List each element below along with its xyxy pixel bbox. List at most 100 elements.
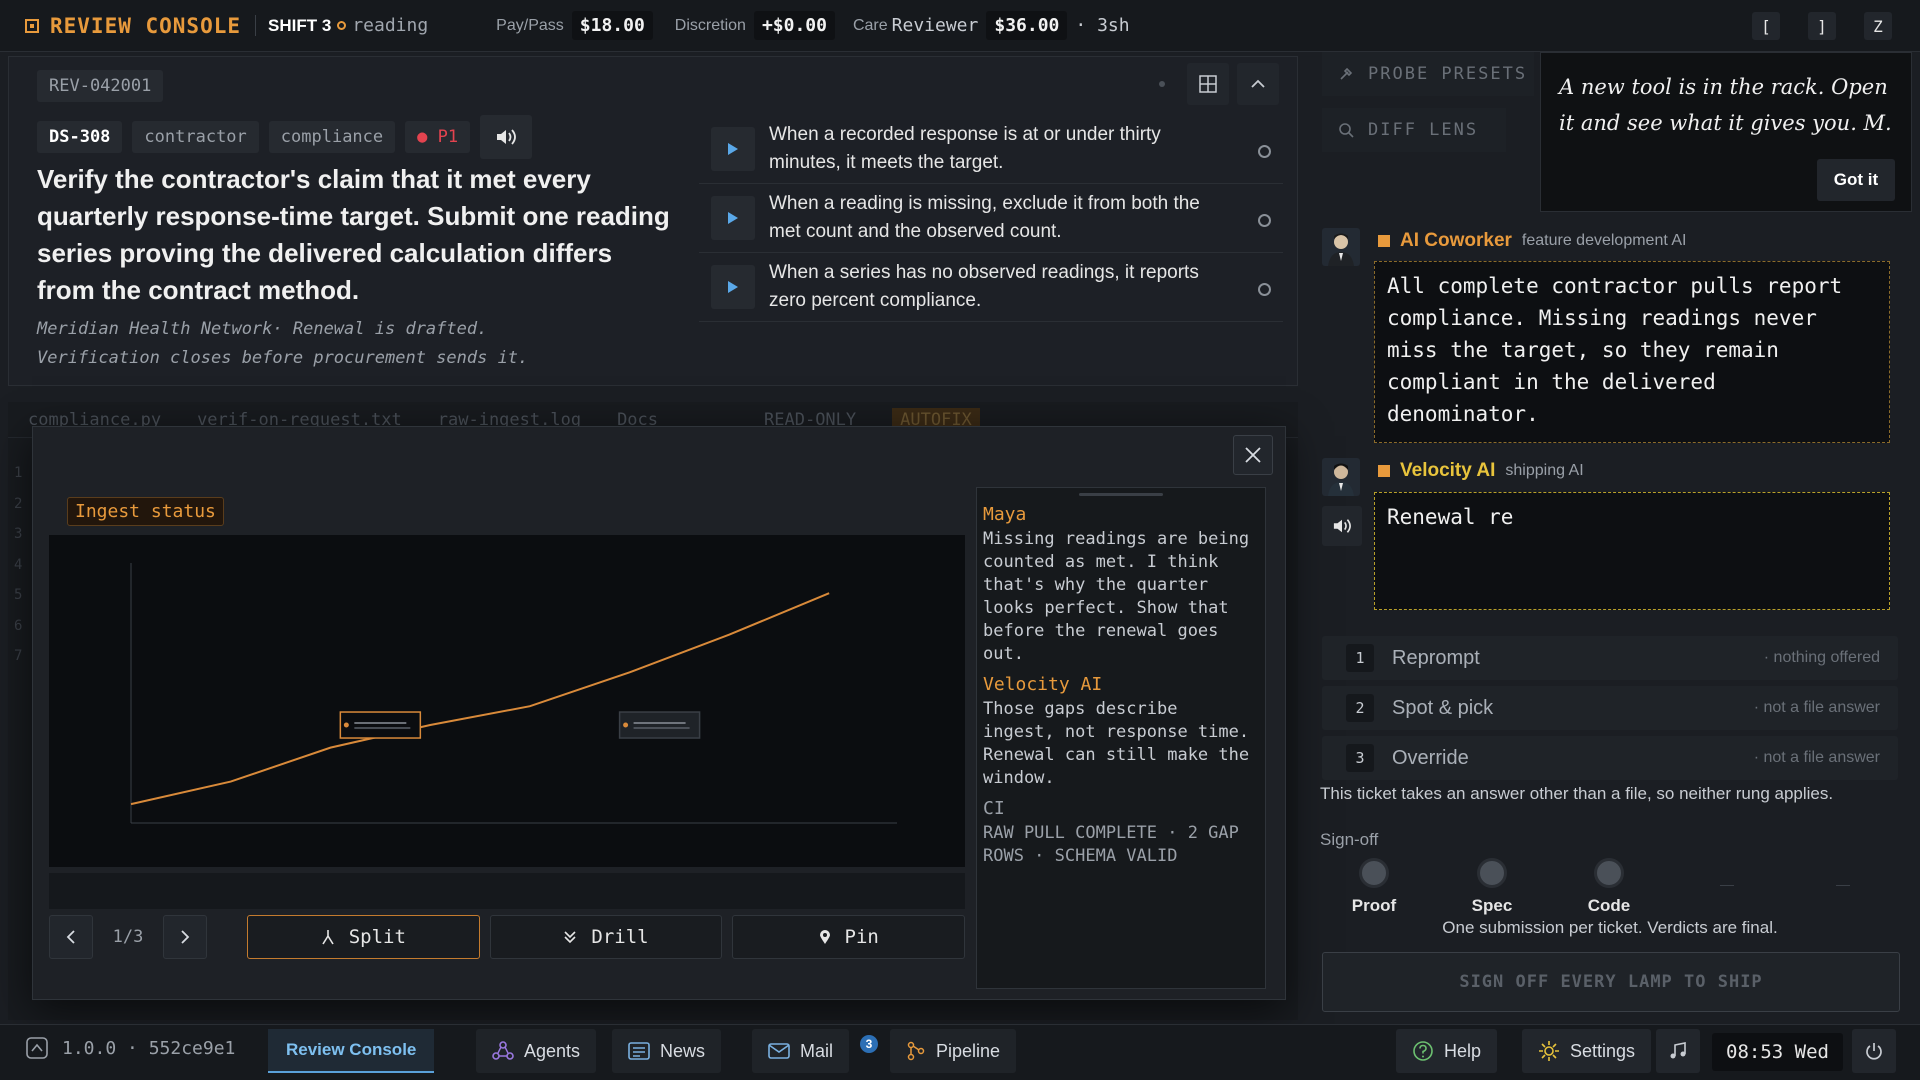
line-gutter: 1 2 3 4 5 6 7 [14, 458, 22, 672]
gap-marker-dot [623, 722, 629, 728]
next-key-button[interactable]: ] [1808, 12, 1836, 40]
lamp-indicator [1359, 858, 1389, 888]
pay-value: $18.00 [571, 11, 653, 40]
rung-reprompt[interactable]: 1 Reprompt · nothing offered [1322, 636, 1898, 680]
probe-presets-button[interactable]: PROBE PRESETS [1322, 52, 1534, 96]
pin-button[interactable]: Pin [732, 915, 966, 959]
mail-icon [768, 1043, 790, 1059]
app-logo-icon [26, 1037, 48, 1059]
status-circle-icon [1258, 214, 1271, 227]
series-line [130, 592, 830, 806]
rung-override[interactable]: 3 Override · not a file answer [1322, 736, 1898, 780]
collapse-button[interactable] [1237, 63, 1279, 105]
speaker-icon [497, 129, 517, 145]
settings-button[interactable]: Settings [1522, 1029, 1652, 1073]
play-button[interactable] [711, 265, 755, 309]
clock: 08:53 Wed [1712, 1033, 1843, 1071]
split-icon [322, 930, 334, 945]
power-button[interactable] [1852, 1029, 1896, 1073]
close-button[interactable] [1233, 435, 1273, 475]
split-button[interactable]: Split [247, 915, 480, 959]
rung-label: Reprompt [1392, 646, 1480, 669]
signoff-label: Sign-off [1320, 830, 1379, 849]
ticket-panel: REV-042001 DS-308 contractor compliance … [8, 56, 1298, 386]
news-button[interactable]: News [612, 1029, 722, 1073]
help-label: Help [1444, 1040, 1482, 1061]
got-it-button[interactable]: Got it [1817, 159, 1895, 201]
drill-button[interactable]: Drill [489, 915, 723, 959]
rung-number: 1 [1346, 644, 1374, 672]
lamp-label: Spec [1471, 896, 1513, 915]
divider [1836, 885, 1850, 886]
gap-marker-dot [343, 722, 349, 728]
speaker-button[interactable] [480, 115, 533, 159]
brand-title: REVIEW CONSOLE [50, 13, 242, 38]
app-review-console[interactable]: Review Console [268, 1029, 435, 1073]
status-circle-icon [1258, 145, 1271, 158]
music-button[interactable] [1656, 1029, 1700, 1073]
drag-handle[interactable] [1079, 493, 1163, 496]
line-chart [130, 563, 897, 824]
criterion-text: When a reading is missing, exclude it fr… [769, 193, 1200, 242]
ticket-title: Verify the contractor's claim that it me… [37, 164, 670, 305]
lamp-proof[interactable]: Proof [1334, 858, 1414, 916]
search-icon [1339, 123, 1354, 138]
prev-key-button[interactable]: [ [1752, 12, 1780, 40]
chart-nav: 1/3 Split Drill Pin [49, 913, 966, 961]
ingest-status-chip[interactable]: Ingest status [67, 497, 224, 526]
ticket-id: REV-042001 [37, 70, 164, 102]
criterion-row[interactable]: When a reading is missing, exclude it fr… [699, 184, 1283, 253]
criterion-row[interactable]: When a recorded response is at or under … [699, 115, 1283, 184]
prev-page-button[interactable] [49, 915, 93, 959]
priority-badge: ● P1 [405, 121, 471, 153]
criterion-row[interactable]: When a series has no observed readings, … [699, 253, 1283, 322]
lamp-indicator [1477, 858, 1507, 888]
lamp-spec[interactable]: Spec [1452, 858, 1532, 916]
rung-note: · not a file answer [1753, 749, 1880, 766]
rung-explanation: This ticket takes an answer other than a… [1320, 784, 1834, 803]
music-icon [1670, 1042, 1686, 1059]
lamp-code[interactable]: Code [1569, 858, 1649, 916]
play-icon [728, 212, 738, 224]
agent-velocity: Velocity AI shipping AI Renewal re [1322, 458, 1912, 614]
ship-button[interactable]: SIGN OFF EVERY LAMP TO SHIP [1322, 952, 1900, 1012]
chevron-right-icon [181, 930, 190, 944]
line-number: 1 [14, 465, 23, 481]
agents-icon [492, 1041, 514, 1060]
probe-presets-label: PROBE PRESETS [1368, 64, 1528, 84]
agent-name: AI Coworker [1400, 230, 1512, 251]
pipeline-button[interactable]: Pipeline [890, 1029, 1017, 1073]
agent-message: All complete contractor pulls report com… [1374, 261, 1890, 443]
priority-dot-icon: ● [417, 127, 438, 147]
speaker-button[interactable] [1322, 506, 1362, 546]
shift-label: SHIFT 3 [268, 15, 332, 35]
rung-label: Override [1392, 746, 1469, 769]
diff-lens-button[interactable]: DIFF LENS [1322, 108, 1506, 152]
care-role: Reviewer [891, 15, 979, 36]
next-page-button[interactable] [163, 915, 207, 959]
rung-number: 2 [1346, 694, 1374, 722]
play-icon [728, 281, 738, 293]
agents-button[interactable]: Agents [476, 1029, 597, 1073]
speaker-icon [1333, 519, 1351, 533]
layout-grid-button[interactable] [1187, 63, 1229, 105]
rung-spot-pick[interactable]: 2 Spot & pick · not a file answer [1322, 686, 1898, 730]
rung-label: Spot & pick [1392, 696, 1494, 719]
agent-header: Velocity AI shipping AI [1378, 460, 1584, 482]
rung-note: · nothing offered [1763, 649, 1880, 666]
split-label: Split [348, 926, 406, 948]
play-button[interactable] [711, 127, 755, 171]
help-button[interactable]: Help [1396, 1029, 1498, 1073]
play-button[interactable] [711, 196, 755, 240]
agent-header: AI Coworker feature development AI [1378, 230, 1686, 252]
mail-button[interactable]: Mail 3 [752, 1029, 878, 1073]
lamp-label: Proof [1351, 896, 1397, 915]
discretion-label: Discretion [674, 16, 746, 34]
tag-dataset: DS-308 [37, 121, 123, 153]
page-indicator: 1/3 [112, 927, 144, 947]
priority-label: P1 [437, 127, 459, 147]
gap-marker [618, 711, 701, 739]
chevron-left-icon [66, 930, 75, 944]
zoom-key-button[interactable]: Z [1864, 12, 1892, 40]
pipeline-icon [907, 1041, 925, 1061]
